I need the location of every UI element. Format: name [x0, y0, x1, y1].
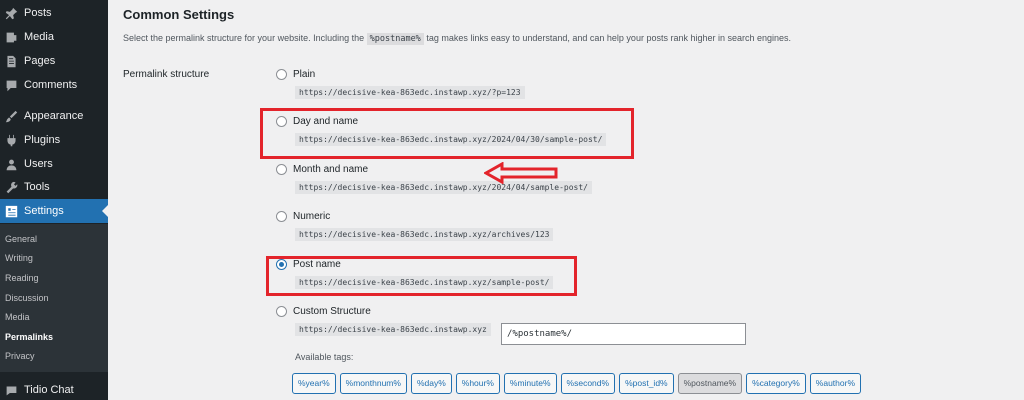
- sidebar-item-label: Settings: [24, 205, 64, 217]
- sidebar-item-label: Users: [24, 158, 53, 170]
- option-label: Day and name: [293, 116, 359, 127]
- sidebar-item-users[interactable]: Users: [0, 152, 108, 176]
- sidebar-item-plugins[interactable]: Plugins: [0, 128, 108, 152]
- sidebar-item-label: Comments: [24, 79, 78, 91]
- settings-icon: [4, 204, 18, 218]
- tools-icon: [4, 180, 18, 194]
- sidebar-item-label: Media: [24, 31, 54, 43]
- sidebar-item-label: Posts: [24, 7, 52, 19]
- option-label: Numeric: [293, 211, 331, 222]
- tag-hour-button[interactable]: %hour%: [455, 373, 500, 394]
- comments-icon: [4, 78, 18, 92]
- permalink-settings-panel: Common Settings Select the permalink str…: [108, 0, 1024, 400]
- available-tags-label: Available tags:: [295, 352, 354, 362]
- option-plain-row[interactable]: Plain: [276, 69, 525, 80]
- tag-monthnum-button[interactable]: %monthnum%: [339, 373, 407, 394]
- radio-day-and-name[interactable]: [276, 116, 287, 127]
- sidebar-item-media[interactable]: Media: [0, 25, 108, 49]
- option-numeric-row[interactable]: Numeric: [276, 211, 553, 222]
- sample-url: https://decisive-kea-863edc.instawp.xyz/…: [295, 276, 554, 289]
- annotation-arrow-icon: [484, 162, 558, 184]
- tag-postname-button[interactable]: %postname%: [677, 373, 743, 394]
- permalink-structure-label: Permalink structure: [123, 69, 210, 80]
- submenu-item-media[interactable]: Media: [5, 312, 30, 322]
- tag-day-button[interactable]: %day%: [410, 373, 452, 394]
- tag-minute-button[interactable]: %minute%: [503, 373, 557, 394]
- sidebar-item-tidio-chat[interactable]: Tidio Chat: [0, 378, 108, 400]
- option-label: Custom Structure: [293, 306, 371, 317]
- tag-year-button[interactable]: %year%: [292, 373, 336, 394]
- option-post-name: Post name https://decisive-kea-863edc.in…: [276, 259, 554, 290]
- tag-second-button[interactable]: %second%: [560, 373, 616, 394]
- pin-icon: [4, 6, 18, 20]
- media-icon: [4, 30, 18, 44]
- sidebar-item-label: Pages: [24, 55, 56, 67]
- section-title: Common Settings: [123, 7, 235, 22]
- tag-category-button[interactable]: %category%: [746, 373, 806, 394]
- postname-code: %postname%: [366, 33, 424, 45]
- sidebar-item-tools[interactable]: Tools: [0, 175, 108, 199]
- sample-url: https://decisive-kea-863edc.instawp.xyz/…: [295, 133, 607, 146]
- tag-post-id-button[interactable]: %post_id%: [619, 373, 674, 394]
- sample-url: https://decisive-kea-863edc.instawp.xyz/…: [295, 228, 554, 241]
- option-label: Plain: [293, 69, 316, 80]
- sidebar-item-appearance[interactable]: Appearance: [0, 104, 108, 128]
- radio-plain[interactable]: [276, 69, 287, 80]
- sidebar-item-comments[interactable]: Comments: [0, 73, 108, 97]
- sidebar-item-label: Plugins: [24, 134, 61, 146]
- plugins-icon: [4, 133, 18, 147]
- custom-structure-input[interactable]: /%postname%/: [501, 323, 746, 345]
- option-label: Month and name: [293, 164, 369, 175]
- radio-post-name[interactable]: [276, 259, 287, 270]
- tag-buttons: %year% %monthnum% %day% %hour% %minute% …: [292, 373, 861, 394]
- tag-author-button[interactable]: %author%: [809, 373, 861, 394]
- option-day-and-name-row[interactable]: Day and name: [276, 116, 606, 127]
- sample-url: https://decisive-kea-863edc.instawp.xyz/…: [295, 86, 525, 99]
- option-post-name-row[interactable]: Post name: [276, 259, 553, 270]
- option-numeric: Numeric https://decisive-kea-863edc.inst…: [276, 211, 554, 242]
- option-label: Post name: [293, 259, 341, 270]
- sidebar-item-pages[interactable]: Pages: [0, 49, 108, 73]
- option-day-and-name: Day and name https://decisive-kea-863edc…: [276, 116, 607, 147]
- intro-text-end: tag makes links easy to understand, and …: [423, 33, 792, 43]
- sidebar-item-label: Appearance: [24, 110, 84, 122]
- intro-text: Select the permalink structure for your …: [123, 33, 792, 45]
- radio-numeric[interactable]: [276, 211, 287, 222]
- chat-icon: [4, 383, 18, 397]
- option-custom-structure: Custom Structure https://decisive-kea-86…: [276, 306, 491, 337]
- sidebar-item-label: Tools: [24, 181, 50, 193]
- intro-text-start: Select the permalink structure for your …: [123, 33, 367, 43]
- submenu-item-general[interactable]: General: [5, 234, 37, 244]
- settings-submenu: General Writing Reading Discussion Media…: [0, 224, 108, 372]
- radio-custom-structure[interactable]: [276, 306, 287, 317]
- appearance-icon: [4, 109, 18, 123]
- custom-base-url: https://decisive-kea-863edc.instawp.xyz: [295, 323, 491, 336]
- radio-month-and-name[interactable]: [276, 164, 287, 175]
- sidebar-item-label: Tidio Chat: [24, 384, 74, 396]
- submenu-item-reading[interactable]: Reading: [5, 273, 39, 283]
- option-custom-structure-row[interactable]: Custom Structure: [276, 306, 491, 317]
- sidebar-item-settings[interactable]: Settings: [0, 199, 108, 223]
- submenu-item-permalinks[interactable]: Permalinks: [5, 332, 53, 342]
- sidebar-item-posts[interactable]: Posts: [0, 1, 108, 25]
- submenu-item-discussion[interactable]: Discussion: [5, 293, 49, 303]
- pages-icon: [4, 54, 18, 68]
- users-icon: [4, 157, 18, 171]
- submenu-item-writing[interactable]: Writing: [5, 253, 33, 263]
- submenu-item-privacy[interactable]: Privacy: [5, 351, 35, 361]
- admin-sidebar: Posts Media Pages Comments Appearance Pl…: [0, 0, 108, 400]
- option-plain: Plain https://decisive-kea-863edc.instaw…: [276, 69, 525, 100]
